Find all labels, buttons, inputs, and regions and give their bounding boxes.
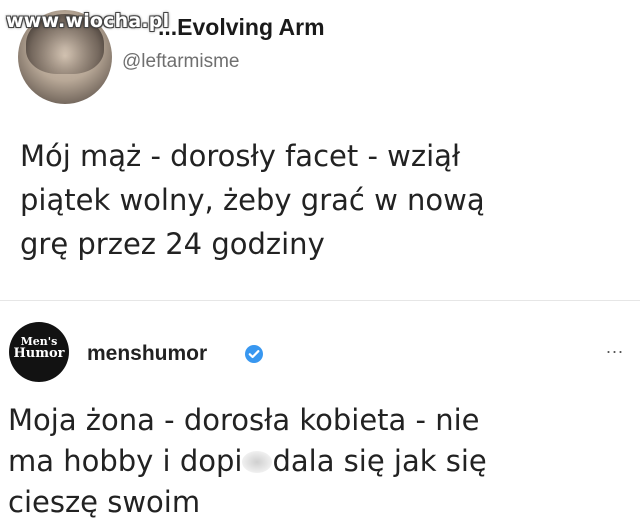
username[interactable]: menshumor (87, 342, 207, 366)
caption-line: cieszę swoim (8, 485, 201, 519)
post-caption: Moja żona - dorosła kobieta - nie ma hob… (8, 400, 628, 523)
account-avatar[interactable]: Men's Humor (9, 322, 69, 382)
tweet-line: Mój mąż - dorosły facet - wziął (20, 139, 461, 173)
divider (0, 300, 640, 301)
caption-line: Moja żona - dorosła kobieta - nie (8, 403, 480, 437)
censor-blur (242, 451, 273, 473)
verified-badge-icon (245, 345, 263, 363)
tweet-text: Mój mąż - dorosły facet - wziął piątek w… (20, 134, 620, 266)
user-handle[interactable]: @leftarmisme (122, 51, 239, 73)
avatar-logo-text: Humor (13, 346, 65, 361)
more-options-icon[interactable]: ... (606, 337, 624, 358)
display-name[interactable]: ...Evolving Arm (158, 14, 325, 41)
tweet-line: grę przez 24 godziny (20, 227, 325, 261)
tweet-line: piątek wolny, żeby grać w nową (20, 183, 485, 217)
caption-line: ma hobby i dopi dala się jak się (8, 441, 628, 482)
caption-fragment: ma hobby i dopi (8, 444, 243, 478)
watermark: www.wiocha.pl (6, 10, 170, 32)
caption-fragment: dala się jak się (272, 444, 487, 478)
